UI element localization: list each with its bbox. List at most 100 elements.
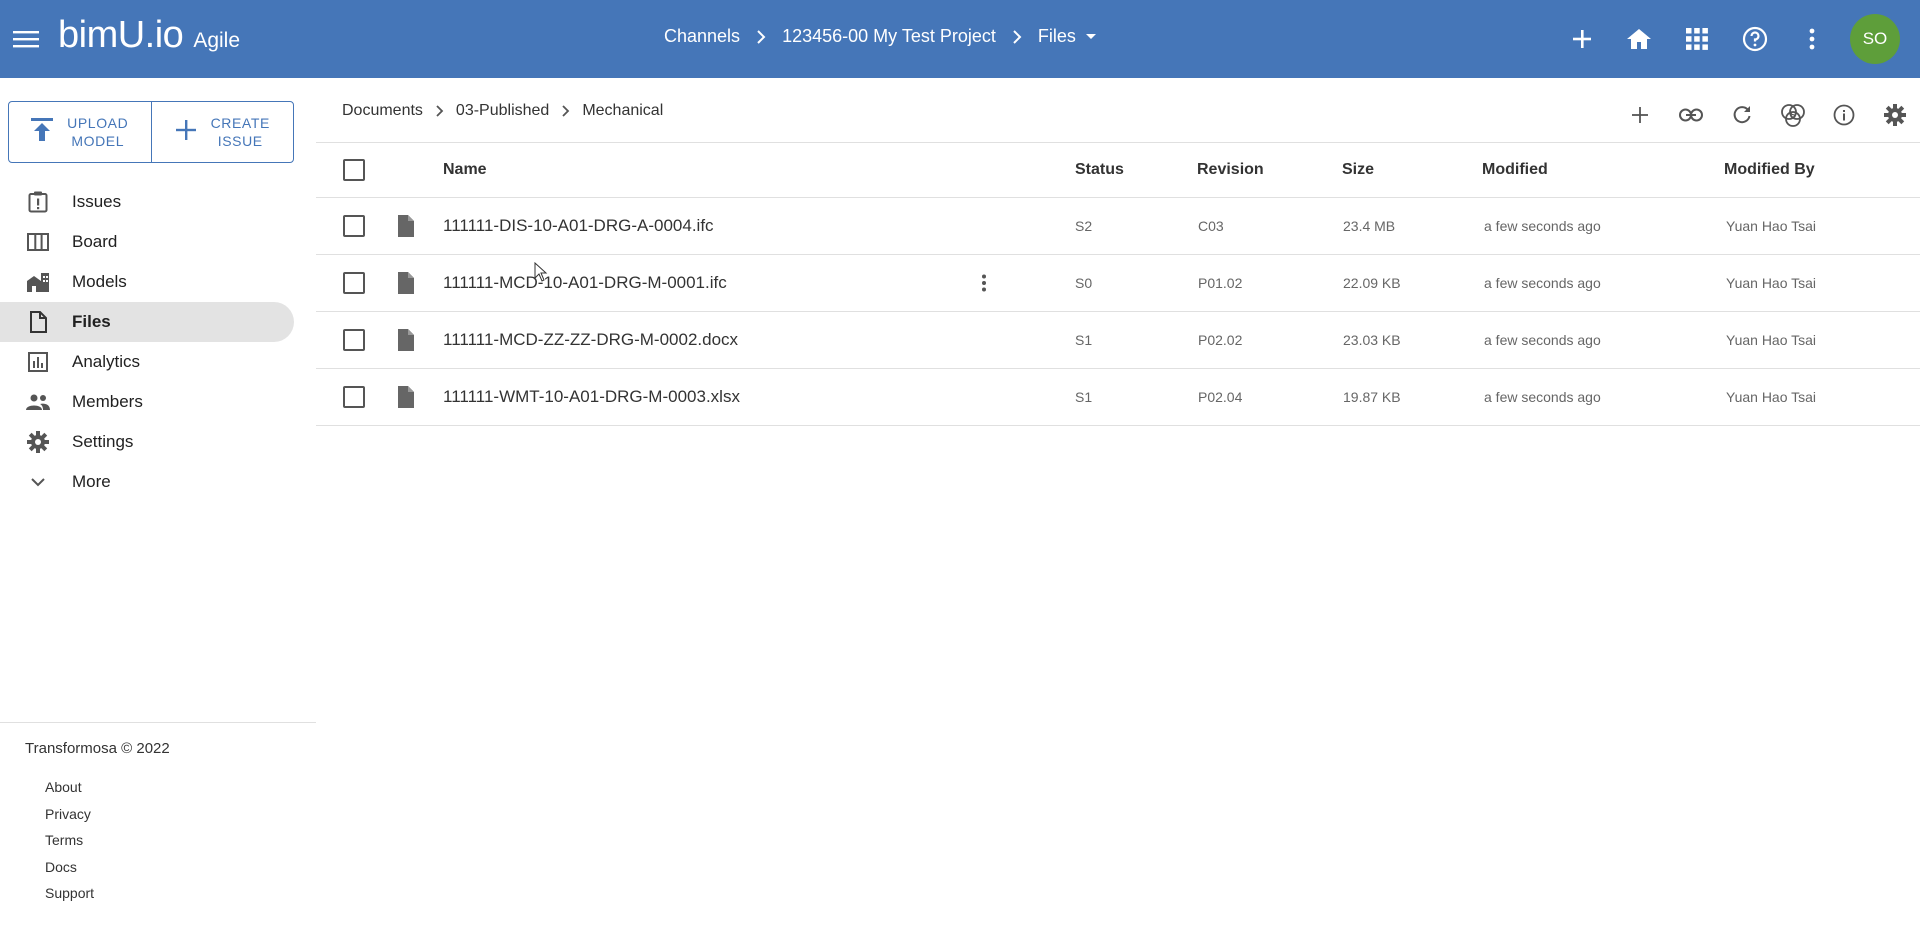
link-icon[interactable] — [1665, 98, 1716, 132]
sidebar-item-label: Issues — [72, 192, 122, 211]
file-modified: a few seconds ago — [1484, 332, 1601, 348]
footer-link-terms[interactable]: Terms — [45, 830, 94, 857]
file-icon — [394, 328, 418, 352]
gear-icon[interactable] — [1869, 98, 1920, 132]
table-row[interactable]: 111111-MCD-10-A01-DRG-M-0001.ifc S0 P01.… — [316, 255, 1920, 312]
file-status: S1 — [1075, 332, 1093, 348]
footer-link-docs[interactable]: Docs — [45, 857, 94, 884]
file-name[interactable]: 111111-WMT-10-A01-DRG-M-0003.xlsx — [443, 387, 740, 407]
file-modified-by: Yuan Hao Tsai — [1726, 275, 1817, 291]
upload-icon — [31, 117, 54, 147]
file-name[interactable]: 111111-MCD-10-A01-DRG-M-0001.ifc — [443, 273, 727, 293]
footer-link-support[interactable]: Support — [45, 883, 94, 910]
main-content: Documents 03-Published Mechanical S Name… — [316, 78, 1920, 943]
models-icon — [26, 270, 50, 294]
mouse-cursor-icon — [534, 261, 548, 287]
home-icon[interactable] — [1618, 18, 1660, 60]
column-header-name[interactable]: Name — [443, 161, 487, 179]
sidebar-item-label: Settings — [72, 432, 134, 451]
breadcrumb-project[interactable]: 123456-00 My Test Project — [782, 26, 996, 47]
sidebar-item-models[interactable]: Models — [0, 262, 294, 302]
row-checkbox[interactable] — [343, 272, 365, 294]
hamburger-menu-icon[interactable] — [10, 19, 42, 59]
sidebar-item-files[interactable]: Files — [0, 302, 294, 342]
add-icon — [175, 119, 197, 146]
caret-down-icon[interactable] — [1085, 33, 1096, 40]
chevron-down-icon — [26, 470, 50, 494]
sidebar-item-label: Board — [72, 232, 118, 251]
file-size: 23.03 KB — [1343, 332, 1401, 348]
file-revision: P01.02 — [1198, 275, 1243, 291]
footer-link-privacy[interactable]: Privacy — [45, 804, 94, 831]
status-filter-icon[interactable]: S — [1767, 98, 1818, 132]
file-modified-by: Yuan Hao Tsai — [1726, 389, 1817, 405]
breadcrumb-channels[interactable]: Channels — [664, 26, 740, 47]
sidebar-item-label: Files — [72, 312, 111, 331]
sidebar-nav: Issues Board Models Files Analytics Memb… — [0, 182, 294, 502]
column-header-modified[interactable]: Modified — [1482, 161, 1548, 179]
refresh-icon[interactable] — [1716, 98, 1767, 132]
table-header: Name Status Revision Size Modified Modif… — [316, 142, 1920, 198]
app-logo[interactable]: bimU.io Agile — [58, 14, 240, 57]
file-revision: P02.02 — [1198, 332, 1243, 348]
breadcrumb-files-dropdown[interactable]: Files — [1038, 26, 1076, 47]
analytics-icon — [26, 350, 50, 374]
avatar-initials: SO — [1862, 29, 1888, 48]
breadcrumb-documents[interactable]: Documents — [342, 102, 423, 120]
members-icon — [26, 390, 50, 414]
breadcrumb-mechanical[interactable]: Mechanical — [582, 102, 663, 120]
chevron-right-icon — [561, 104, 570, 118]
header-breadcrumb: Channels 123456-00 My Test Project Files — [664, 26, 1096, 47]
table-row[interactable]: 111111-MCD-ZZ-ZZ-DRG-M-0002.docx S1 P02.… — [316, 312, 1920, 369]
footer-link-about[interactable]: About — [45, 777, 94, 804]
sidebar-divider — [0, 722, 316, 723]
sidebar-item-label: Members — [72, 392, 143, 411]
more-vert-icon[interactable] — [1791, 18, 1833, 60]
chevron-right-icon — [1012, 29, 1022, 45]
sidebar-item-issues[interactable]: Issues — [0, 182, 294, 222]
row-more-vert-icon[interactable] — [972, 271, 996, 295]
file-modified: a few seconds ago — [1484, 275, 1601, 291]
info-icon[interactable] — [1818, 98, 1869, 132]
brand-edition: Agile — [193, 29, 241, 52]
file-name[interactable]: 111111-MCD-ZZ-ZZ-DRG-M-0002.docx — [443, 330, 738, 350]
select-all-checkbox[interactable] — [343, 159, 365, 181]
file-status: S2 — [1075, 218, 1093, 234]
brand-name: bimU.io — [58, 14, 184, 56]
apps-icon[interactable] — [1676, 18, 1718, 60]
chevron-right-icon — [435, 104, 444, 118]
sidebar-item-members[interactable]: Members — [0, 382, 294, 422]
sidebar-item-analytics[interactable]: Analytics — [0, 342, 294, 382]
upload-model-button[interactable]: UPLOAD MODEL — [9, 102, 151, 162]
table-row[interactable]: 111111-WMT-10-A01-DRG-M-0003.xlsx S1 P02… — [316, 369, 1920, 426]
column-header-status[interactable]: Status — [1075, 161, 1124, 179]
file-icon — [394, 385, 418, 409]
row-checkbox[interactable] — [343, 215, 365, 237]
breadcrumb-03-published[interactable]: 03-Published — [456, 102, 549, 120]
row-checkbox[interactable] — [343, 386, 365, 408]
sidebar-item-board[interactable]: Board — [0, 222, 294, 262]
create-issue-button[interactable]: CREATE ISSUE — [150, 102, 294, 162]
sidebar-item-label: Analytics — [72, 352, 141, 371]
add-icon[interactable] — [1614, 98, 1665, 132]
files-table: Name Status Revision Size Modified Modif… — [316, 142, 1920, 426]
column-header-revision[interactable]: Revision — [1197, 161, 1264, 179]
file-icon — [394, 271, 418, 295]
avatar[interactable]: SO — [1850, 14, 1900, 64]
svg-text:S: S — [1790, 110, 1796, 120]
column-header-size[interactable]: Size — [1342, 161, 1374, 179]
help-icon[interactable] — [1734, 18, 1776, 60]
file-size: 23.4 MB — [1343, 218, 1396, 234]
sidebar-item-settings[interactable]: Settings — [0, 422, 294, 462]
add-icon[interactable] — [1561, 18, 1603, 60]
table-row[interactable]: 111111-DIS-10-A01-DRG-A-0004.ifc S2 C03 … — [316, 198, 1920, 255]
file-status: S1 — [1075, 389, 1093, 405]
sidebar: UPLOAD MODEL CREATE ISSUE Issues Board M… — [0, 78, 316, 943]
create-issue-label: CREATE ISSUE — [210, 115, 270, 149]
column-header-modified-by[interactable]: Modified By — [1724, 161, 1815, 179]
file-name[interactable]: 111111-DIS-10-A01-DRG-A-0004.ifc — [443, 216, 714, 236]
folder-breadcrumb: Documents 03-Published Mechanical — [342, 102, 663, 120]
sidebar-item-more[interactable]: More — [0, 462, 294, 502]
chevron-right-icon — [756, 29, 766, 45]
row-checkbox[interactable] — [343, 329, 365, 351]
